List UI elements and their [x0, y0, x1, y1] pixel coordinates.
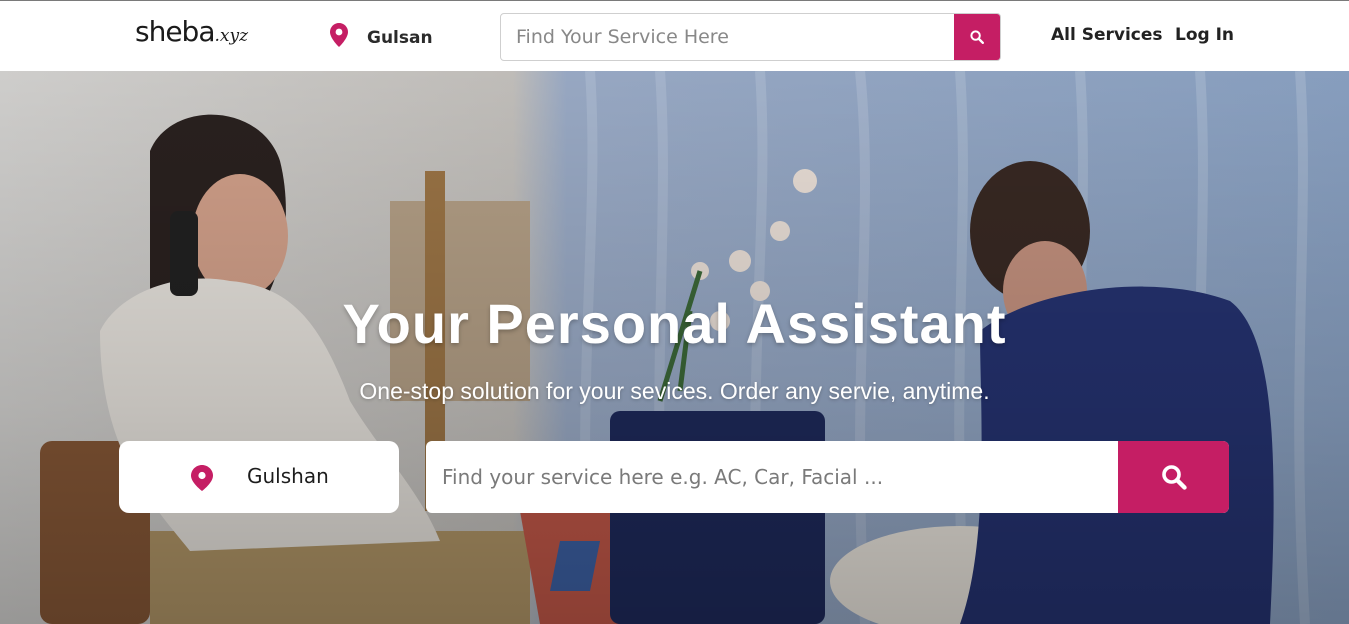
search-icon: [1161, 465, 1187, 490]
hero-search: [426, 441, 1229, 513]
search-icon: [970, 30, 984, 44]
nav-all-services[interactable]: All Services: [1051, 25, 1163, 45]
hero-search-input[interactable]: [426, 441, 1116, 513]
hero-location-label: Gulshan: [247, 464, 329, 488]
logo-tld: .xyz: [214, 26, 249, 46]
header-search-button[interactable]: [954, 14, 1000, 60]
hero-banner: Your Personal Assistant One-stop solutio…: [0, 71, 1349, 624]
location-pin-icon: [330, 23, 348, 52]
hero-title: Your Personal Assistant: [342, 292, 1007, 355]
header-location-label: Gulsan: [367, 27, 433, 48]
logo-main: sheba: [135, 15, 215, 48]
hero-location-selector[interactable]: Gulshan: [119, 441, 399, 513]
hero-subtitle: One-stop solution for your sevices. Orde…: [359, 378, 990, 404]
nav-login[interactable]: Log In: [1175, 25, 1234, 45]
header-location-selector[interactable]: Gulsan: [330, 23, 433, 52]
site-header: sheba.xyz Gulsan All Services Log In: [0, 1, 1349, 72]
location-pin-icon: [191, 465, 213, 496]
hero-search-button[interactable]: [1118, 441, 1229, 513]
sheba-logo[interactable]: sheba.xyz: [135, 15, 248, 48]
header-search-input[interactable]: [501, 14, 953, 60]
header-search: [500, 13, 1001, 61]
